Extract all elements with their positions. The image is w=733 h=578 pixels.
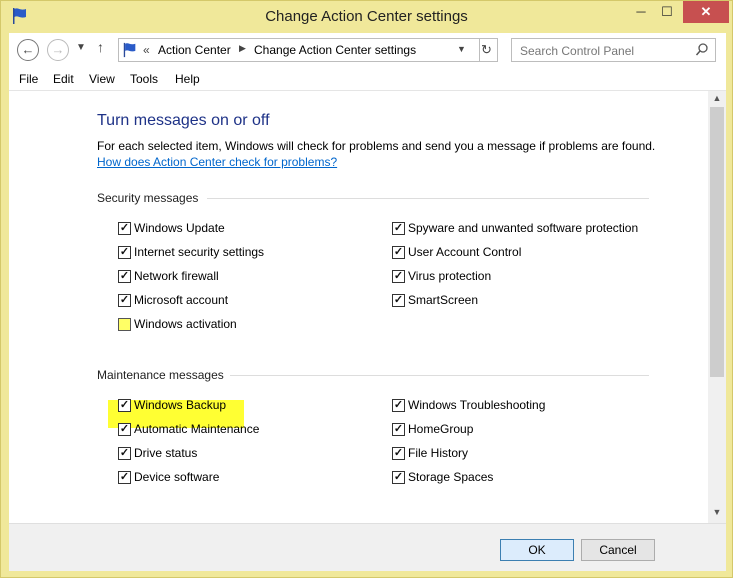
chevron-down-icon: ▼ — [712, 507, 722, 517]
flag-icon — [123, 42, 136, 58]
option-label: SmartScreen — [408, 293, 479, 307]
chevron-up-icon: ▲ — [712, 93, 722, 103]
option-label: Storage Spaces — [408, 470, 494, 484]
scroll-thumb[interactable] — [710, 107, 724, 377]
chevron-right-icon[interactable]: ▶ — [239, 43, 246, 54]
back-arrow-icon: ← — [21, 42, 35, 57]
checkbox[interactable]: ✓ — [118, 222, 131, 235]
close-button[interactable]: ✕ — [683, 1, 729, 23]
breadcrumb-current[interactable]: Change Action Center settings — [254, 43, 416, 57]
option-label: Automatic Maintenance — [134, 422, 260, 436]
up-arrow-icon: ↑ — [97, 39, 104, 55]
checkbox[interactable]: ✓ — [392, 270, 405, 283]
menu-edit[interactable]: Edit — [53, 72, 74, 86]
option-label: Windows Backup — [134, 398, 227, 412]
maximize-icon: ☐ — [661, 4, 673, 19]
security-divider — [207, 198, 649, 199]
option-label: Microsoft account — [134, 293, 229, 307]
vertical-scrollbar[interactable]: ▲ ▼ — [708, 91, 726, 523]
checkbox[interactable]: ✓ — [392, 399, 405, 412]
option-label: Windows Update — [134, 221, 225, 235]
maintenance-messages-title: Maintenance messages — [97, 368, 224, 382]
search-icon — [695, 43, 708, 56]
option-label: Network firewall — [134, 269, 219, 283]
menu-tools[interactable]: Tools — [130, 72, 158, 86]
minimize-icon: ─ — [636, 4, 646, 19]
search-box[interactable]: Search Control Panel — [511, 38, 716, 62]
checkbox[interactable]: ✓ — [392, 294, 405, 307]
checkbox[interactable]: ✓ — [118, 399, 131, 412]
option-label: Windows activation — [134, 317, 237, 331]
address-bar-row: ← → ▼ ↑ « Action Center ▶ Change Action … — [9, 33, 726, 67]
menu-help[interactable]: Help — [175, 72, 200, 86]
back-button[interactable]: ← — [17, 39, 39, 61]
maintenance-divider — [230, 375, 649, 376]
page-title: Turn messages on or off — [97, 112, 270, 129]
checkbox[interactable]: ✓ — [118, 447, 131, 460]
chevron-down-icon: ▼ — [76, 42, 86, 53]
forward-arrow-icon: → — [51, 42, 65, 57]
window-client: ← → ▼ ↑ « Action Center ▶ Change Action … — [9, 33, 726, 571]
checkbox[interactable]: ✓ — [118, 246, 131, 259]
option-label: Virus protection — [408, 269, 492, 283]
dialog-footer: OK Cancel — [9, 523, 726, 571]
maximize-button[interactable]: ☐ — [654, 1, 680, 23]
checkbox[interactable]: ✓ — [392, 423, 405, 436]
settings-content: Turn messages on or off For each selecte… — [9, 91, 726, 523]
security-messages-title: Security messages — [97, 191, 199, 205]
checkbox[interactable]: ✓ — [118, 471, 131, 484]
option-label: Windows Troubleshooting — [408, 398, 546, 412]
search-input[interactable]: Search Control Panel — [520, 44, 634, 58]
refresh-button[interactable]: ↻ — [476, 38, 498, 62]
window-frame: Change Action Center settings ─ ☐ ✕ ← → … — [0, 0, 733, 578]
menu-view[interactable]: View — [89, 72, 115, 86]
breadcrumb-overflow[interactable]: « — [143, 43, 150, 57]
ok-button[interactable]: OK — [500, 539, 574, 561]
address-box[interactable]: « Action Center ▶ Change Action Center s… — [118, 38, 480, 62]
checkbox[interactable]: ✓ — [392, 222, 405, 235]
refresh-icon: ↻ — [481, 42, 492, 57]
window-title: Change Action Center settings — [265, 8, 468, 25]
cancel-button[interactable]: Cancel — [581, 539, 655, 561]
checkbox[interactable]: ✓ — [118, 270, 131, 283]
page-description: For each selected item, Windows will che… — [97, 139, 656, 153]
checkbox[interactable] — [118, 318, 131, 331]
menu-file[interactable]: File — [19, 72, 38, 86]
scroll-up-button[interactable]: ▲ — [708, 93, 726, 107]
forward-button[interactable]: → — [47, 39, 69, 61]
help-link[interactable]: How does Action Center check for problem… — [97, 155, 337, 169]
checkbox[interactable]: ✓ — [118, 294, 131, 307]
recent-locations-button[interactable]: ▼ — [76, 42, 86, 53]
title-bar[interactable]: Change Action Center settings ─ ☐ ✕ — [1, 1, 732, 33]
chevron-down-icon[interactable]: ▼ — [457, 44, 466, 54]
option-label: Device software — [134, 470, 220, 484]
option-label: HomeGroup — [408, 422, 474, 436]
checkbox[interactable]: ✓ — [118, 423, 131, 436]
scroll-down-button[interactable]: ▼ — [708, 507, 726, 521]
breadcrumb-action-center[interactable]: Action Center — [158, 43, 231, 57]
minimize-button[interactable]: ─ — [628, 1, 654, 23]
up-button[interactable]: ↑ — [97, 39, 104, 55]
option-label: Spyware and unwanted software protection — [408, 221, 639, 235]
option-label: File History — [408, 446, 469, 460]
option-label: Drive status — [134, 446, 198, 460]
checkbox[interactable]: ✓ — [392, 246, 405, 259]
option-label: Internet security settings — [134, 245, 265, 259]
close-icon: ✕ — [700, 4, 712, 19]
checkbox[interactable]: ✓ — [392, 471, 405, 484]
checkbox[interactable]: ✓ — [392, 447, 405, 460]
menu-bar: File Edit View Tools Help — [9, 67, 726, 91]
option-label: User Account Control — [408, 245, 522, 259]
